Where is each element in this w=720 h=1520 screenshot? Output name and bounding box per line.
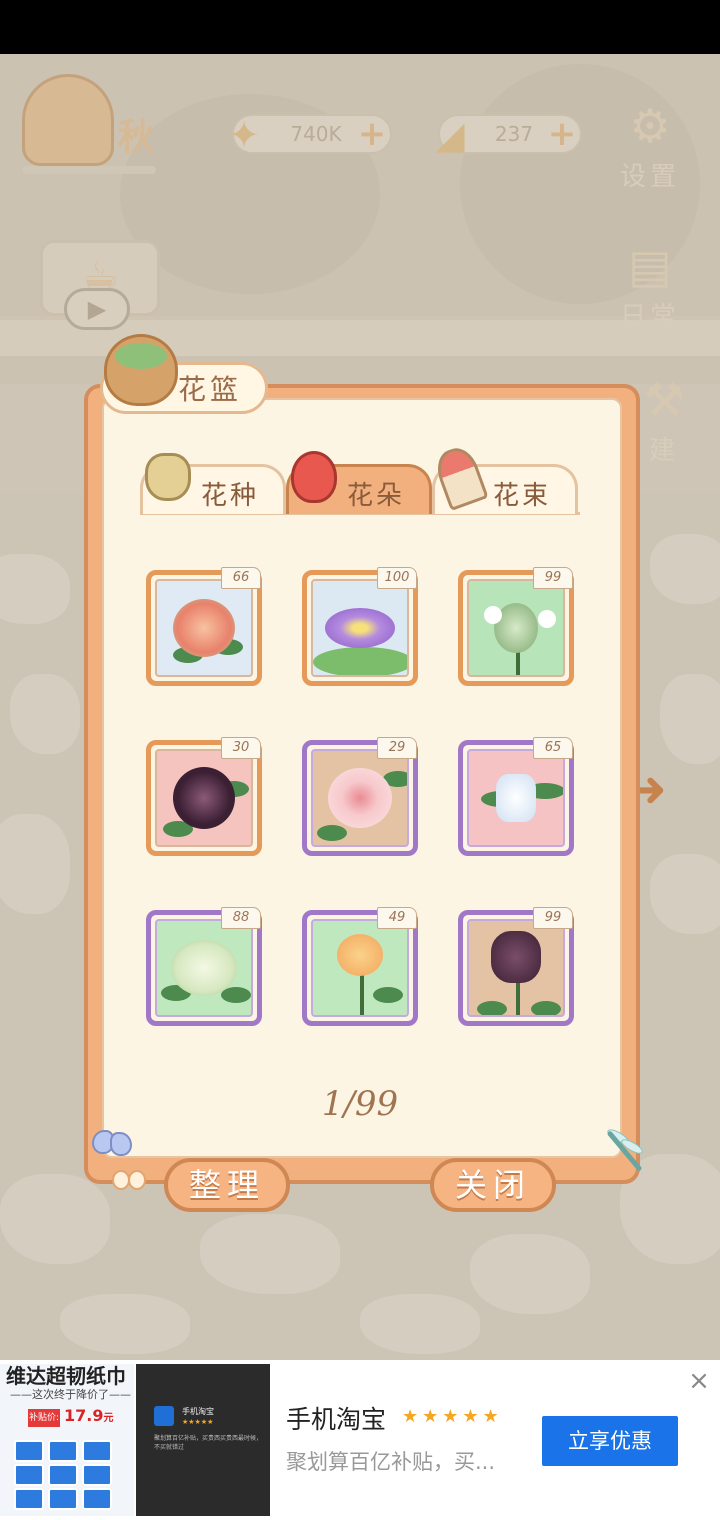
status-bar xyxy=(0,0,720,54)
flower-card[interactable]: 65 xyxy=(458,737,574,856)
gear-icon: ⚙ xyxy=(629,99,671,153)
basket-icon xyxy=(104,334,178,406)
page-indicator: 1/99 xyxy=(321,1084,399,1124)
season-progress-bar xyxy=(22,166,156,174)
item-count: 30 xyxy=(221,737,261,759)
ad-description: 聚划算百亿补贴，买... xyxy=(286,1450,496,1474)
white-peony-image xyxy=(155,919,253,1017)
fish-value: 740K xyxy=(290,122,342,146)
item-count: 99 xyxy=(533,907,573,929)
item-count: 100 xyxy=(377,567,417,589)
tab-flowers-label: 花朵 xyxy=(347,481,406,511)
bouquet-icon xyxy=(429,442,491,512)
item-count: 49 xyxy=(377,907,417,929)
water-lily-image xyxy=(311,579,409,677)
panel-title: 花篮 xyxy=(178,373,243,406)
settings-button[interactable]: ⚙ 设置 xyxy=(614,90,686,193)
flower-card[interactable]: 99 xyxy=(458,567,574,686)
build-label: 建 xyxy=(648,436,679,466)
flower-card[interactable]: 99 xyxy=(458,907,574,1026)
game-scene: 秋 ✦ 740K + ◢ 237 + ⚙ 设置 ▤ 日常 ⚒ 建 ☕ ▶ ➜ 花… xyxy=(0,54,720,1360)
dark-flower-image xyxy=(155,749,253,847)
ad-app-card-name: 手机淘宝 xyxy=(182,1407,214,1416)
pink-blossom-image xyxy=(311,749,409,847)
ad-app-name: 手机淘宝 xyxy=(286,1405,387,1434)
close-panel-button[interactable]: 关闭 xyxy=(430,1158,556,1212)
taobao-app-icon xyxy=(154,1406,174,1426)
flower-card[interactable]: 49 xyxy=(302,907,418,1026)
item-count: 29 xyxy=(377,737,417,759)
tab-bouquets-label: 花束 xyxy=(493,481,552,511)
item-count: 65 xyxy=(533,737,573,759)
ad-price: 17.9元 xyxy=(64,1406,114,1425)
cheese-value: 237 xyxy=(494,122,534,146)
hammer-icon: ⚒ xyxy=(643,373,685,427)
dark-iris-image xyxy=(467,919,565,1017)
ad-image-tissue[interactable]: 维达超韧纸巾 ——这次终于降价了—— 补贴价: 17.9元 xyxy=(0,1364,134,1516)
ad-banner[interactable]: 维达超韧纸巾 ——这次终于降价了—— 补贴价: 17.9元 手机淘宝 ★★★★★… xyxy=(0,1360,720,1520)
settings-label: 设置 xyxy=(619,162,680,192)
season-label: 秋 xyxy=(118,116,155,158)
tree-icon xyxy=(22,74,114,166)
season-badge[interactable]: 秋 xyxy=(22,74,180,166)
organize-button[interactable]: 整理 xyxy=(164,1158,290,1212)
ad-app-card-stars: ★★★★★ xyxy=(182,1418,214,1426)
butterfly-icon xyxy=(112,1170,148,1200)
play-icon: ▶ xyxy=(87,295,107,323)
rose-flower-image xyxy=(155,579,253,677)
item-count: 88 xyxy=(221,907,261,929)
notebook-icon: ▤ xyxy=(628,239,672,293)
ad-app-card-desc: 聚划算百亿补贴，买贵西买贵西最时候，不买就错过 xyxy=(154,1435,263,1451)
tab-flowers[interactable]: 花朵 xyxy=(286,451,432,514)
wild-flower-image xyxy=(467,579,565,677)
yellow-rose-image xyxy=(311,919,409,1017)
seed-bag-icon xyxy=(137,445,199,509)
diary-button[interactable]: ▤ 日常 xyxy=(614,230,686,333)
ad-close-icon[interactable]: × xyxy=(686,1368,712,1394)
fish-currency: ✦ 740K + xyxy=(228,113,392,157)
fish-bone-icon: ✦ xyxy=(228,113,260,157)
add-cheese-button[interactable]: + xyxy=(546,114,578,154)
add-fish-button[interactable]: + xyxy=(356,114,388,154)
cheese-icon: ◢ xyxy=(435,113,465,157)
flower-card[interactable]: 29 xyxy=(302,737,418,856)
item-count: 66 xyxy=(221,567,261,589)
ad-image-app[interactable]: 手机淘宝 ★★★★★ 聚划算百亿补贴，买贵西买贵西最时候，不买就错过 xyxy=(136,1364,270,1516)
tab-bouquets[interactable]: 花束 xyxy=(431,442,578,514)
flower-card[interactable]: 88 xyxy=(146,907,262,1026)
ad-cta-button[interactable]: 立享优惠 xyxy=(542,1416,678,1466)
flower-card[interactable]: 30 xyxy=(146,737,262,856)
butterfly-icon xyxy=(92,1130,136,1170)
diary-label: 日常 xyxy=(619,302,680,332)
flower-card[interactable]: 66 xyxy=(146,567,262,686)
video-play-button[interactable]: ▶ xyxy=(64,288,130,330)
ad-price-tag: 补贴价: xyxy=(28,1409,60,1427)
item-count: 99 xyxy=(533,567,573,589)
cheese-currency: ◢ 237 + xyxy=(435,113,582,157)
rose-icon xyxy=(283,445,345,509)
lily-image xyxy=(467,749,565,847)
dragonfly-icon xyxy=(596,1122,652,1178)
ad-rating-stars: ★★★★★ xyxy=(402,1406,503,1427)
ad-app-card: 手机淘宝 ★★★★★ 聚划算百亿补贴，买贵西买贵西最时候，不买就错过 xyxy=(150,1400,262,1456)
ad-image-subtitle: ——这次终于降价了—— xyxy=(10,1388,131,1401)
tab-seeds-label: 花种 xyxy=(201,481,260,511)
build-button[interactable]: ⚒ 建 xyxy=(636,364,692,467)
tab-seeds[interactable]: 花种 xyxy=(140,453,286,514)
flower-card[interactable]: 100 xyxy=(302,567,418,686)
